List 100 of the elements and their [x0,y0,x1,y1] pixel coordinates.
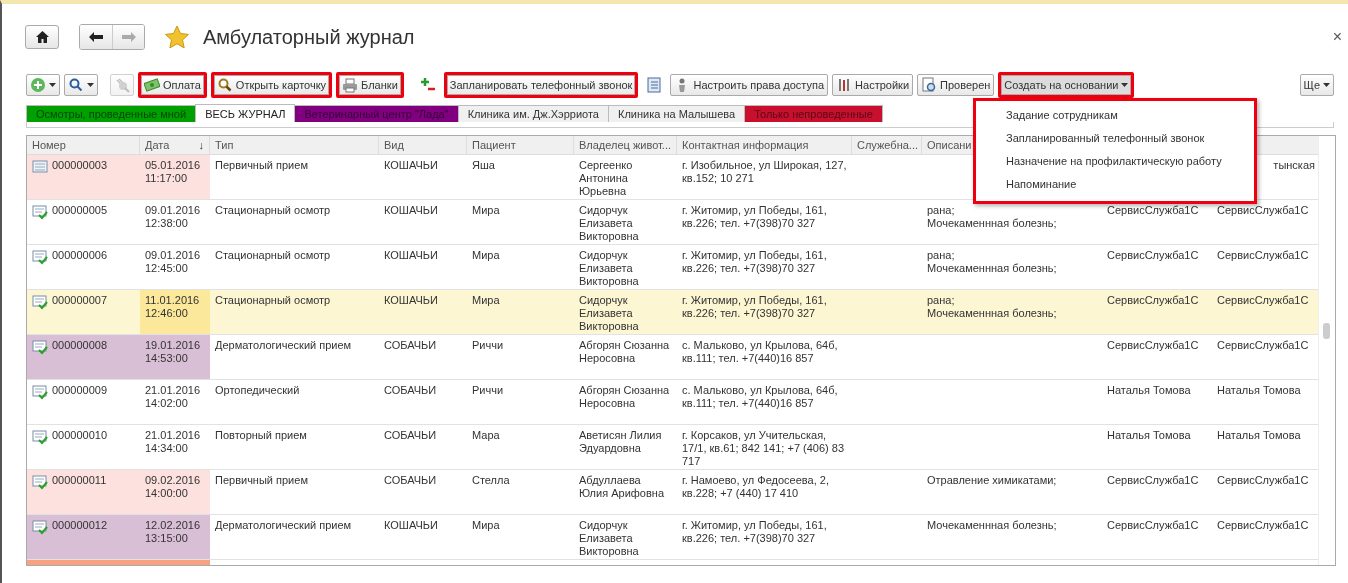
staff-cell: СервисСлужба1С [1217,294,1309,307]
home-icon [35,31,49,43]
date-cell-text: 05.01.2016 11:17:00 [145,159,202,185]
owner-cell-text: Сидорчук Елизавета Викторовна [579,249,640,288]
patient-cell: Риччи [472,384,504,397]
tab[interactable]: Клиника на Малышева [607,105,746,122]
type-cell: Стационарный осмотр [215,204,331,217]
date-cell-text: 21.01.2016 14:34:00 [145,429,202,455]
menu-item[interactable]: Задание сотрудникам [976,105,1254,128]
column-header[interactable]: Контактная информация [677,136,852,154]
staff-cell: СервисСлужба1С [1107,204,1199,217]
species-cell: СОБАЧЬИ [384,384,437,397]
toolbar-button[interactable]: Настроить права доступа [670,74,829,96]
close-button[interactable]: × [1332,28,1342,46]
more-button[interactable]: Ще [1299,74,1334,96]
toolbar-button[interactable]: Настройки [832,74,914,96]
number-cell: 000000012 [52,519,108,532]
toolbar-button[interactable]: Запланировать телефонный звонок [443,72,639,98]
column-header[interactable]: Номер [27,136,140,154]
toolbar-dropdown-button[interactable] [64,74,98,96]
type-cell: Первичный прием [215,159,308,172]
posted-document-icon [32,204,48,220]
number-cell: 000000005 [52,204,108,217]
date-cell-text: 09.01.2016 12:38:00 [145,204,202,230]
staff-cell: СервисСлужба1С [1107,339,1199,352]
staff-cell: СервисСлужба1С [1217,339,1309,352]
toolbar-button[interactable]: Создать на основании [998,72,1135,98]
favorite-star-icon[interactable] [165,26,189,48]
number-cell: 000000008 [52,339,108,352]
menu-item[interactable]: Запланированный телефонный звонок [976,128,1254,151]
species-cell: КОШАЧЬИ [384,519,438,532]
contact-cell-text: г. Житомир, ул Победы, 161, кв.226; тел. +7(398)70 327 [682,249,828,275]
caret-icon [87,83,94,87]
toolbar-button[interactable]: Проверен [917,74,995,96]
menu-item[interactable]: Назначение на профилактическую работу [976,151,1254,174]
posted-document-icon [32,249,48,265]
date-cell-text: 09.01.2016 12:45:00 [145,249,202,275]
type-cell: Стационарный осмотр [215,249,331,262]
description-cell: Отравление химикатами; [927,474,1057,487]
plus-minus-icon [419,77,436,93]
date-cell-text: 19.01.2016 14:53:00 [145,339,202,365]
staff-cell: Наталья Томова [1107,384,1191,397]
species-cell: КОШАЧЬИ [384,159,438,172]
plug-icon [114,77,130,93]
number-cell: 000000007 [52,294,108,307]
number-cell: 000000006 [52,249,108,262]
tab[interactable]: Клиника им. Дж.Хэрриота [457,105,609,122]
column-header[interactable]: Служебна... [852,136,922,154]
type-cell: Дерматологический прием [215,339,352,352]
owner-cell-text: Сергеенко Антонина Юрьевна [579,159,634,198]
toolbar-button[interactable]: Оплата [138,72,207,98]
patient-cell: Стелла [472,474,510,487]
contact-cell-text: с. Мальково, ул Крылова, 64б, кв.111; тел. +7(440)16 857 [682,384,839,410]
column-header[interactable]: Владелец живот... [574,136,677,154]
patient-cell: Мира [472,204,500,217]
staff-cell: СервисСлужба1С [1107,294,1199,307]
window-title: Амбулаторный журнал [203,25,415,49]
toolbar-dropdown-button[interactable] [26,74,60,96]
caret-icon [1323,83,1330,87]
patient-cell: Мара [472,429,500,442]
printer-icon [342,77,359,93]
owner-cell-text: Абгорян Сюзанна Неросовна [579,339,671,365]
banknote-icon [144,77,160,93]
date-cell-text: 21.01.2016 14:02:00 [145,384,202,410]
menu-item[interactable]: Напоминание [976,174,1254,197]
date-cell-text: 12.02.2016 13:15:00 [145,519,202,545]
column-header[interactable]: Вид [379,136,467,154]
toolbar-button[interactable]: Открыть карточку [210,72,333,98]
species-cell: КОШАЧЬИ [384,249,438,262]
type-cell: Повторный прием [215,429,307,442]
staff-cell: СервисСлужба1С [1217,474,1309,487]
species-cell: КОШАЧЬИ [384,294,438,307]
type-cell: Дерматологический прием [215,519,352,532]
column-header[interactable]: Тип [210,136,379,154]
back-button[interactable] [80,25,112,49]
description-cell: рана; Мочекаменнная болезнь; [927,204,1057,230]
species-cell: СОБАЧЬИ [384,474,437,487]
type-cell: Стационарный осмотр [215,294,331,307]
column-header[interactable]: Пациент [467,136,574,154]
column-header[interactable]: Дата ↓ [140,136,210,154]
posted-document-icon [32,429,48,445]
owner-cell-text: Абгорян Сюзанна Неросовна [579,384,671,410]
home-button[interactable] [25,25,59,49]
staff-cell: СервисСлужба1С [1217,519,1309,532]
contact-cell-text: г. Житомир, ул Победы, 161, кв.226; тел. +7(398)70 327 [682,204,828,230]
patient-cell: Мира [472,294,500,307]
selected-row[interactable] [27,290,1318,335]
owner-cell-text: Сидорчук Елизавета Викторовна [579,204,640,243]
staff-cell: СервисСлужба1С [1107,519,1199,532]
add-icon [30,77,46,93]
number-cell: 000000010 [52,429,108,442]
toolbar-button[interactable]: Бланки [336,72,404,98]
number-cell: 000000003 [52,159,108,172]
type-cell: Первичный прием [215,474,308,487]
magnifier-icon [216,77,233,93]
date-cell-text: 09.02.2016 14:00:00 [145,474,202,500]
owner-cell-text: Сидорчук Елизавета Викторовна [579,294,640,333]
posted-document-icon [32,474,48,490]
species-cell: КОШАЧЬИ [384,204,438,217]
contact-cell-text: г. Житомир, ул Победы, 161, кв.226; тел. +7(398)70 327 [682,294,828,320]
